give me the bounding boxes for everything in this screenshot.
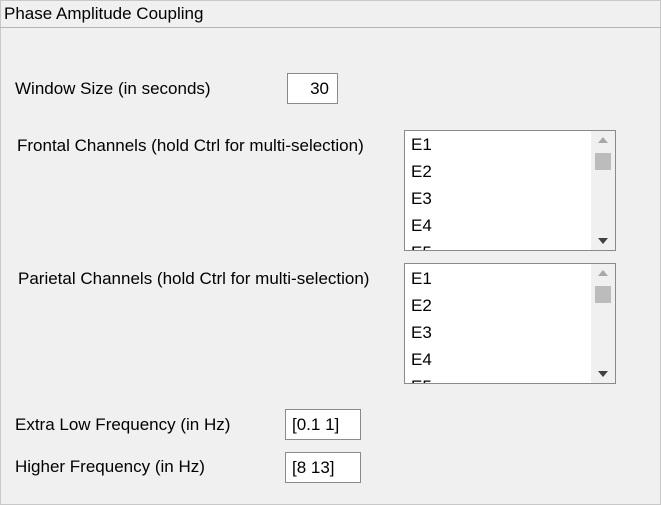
frontal-channels-listbox[interactable]: E1 E2 E3 E4 E5 xyxy=(404,130,616,251)
frontal-scroll-thumb[interactable] xyxy=(595,153,611,170)
parietal-channel-item[interactable]: E1 xyxy=(411,269,432,289)
triangle-up-icon[interactable] xyxy=(591,131,615,148)
panel-title: Phase Amplitude Coupling xyxy=(4,4,204,23)
frontal-channel-item[interactable]: E2 xyxy=(411,162,432,182)
parietal-channels-listbox[interactable]: E1 E2 E3 E4 E5 xyxy=(404,263,616,384)
frontal-channel-item[interactable]: E5 xyxy=(411,243,432,250)
triangle-down-icon[interactable] xyxy=(591,366,615,383)
higher-frequency-label: Higher Frequency (in Hz) xyxy=(15,457,205,476)
parietal-channels-label: Parietal Channels (hold Ctrl for multi-s… xyxy=(18,269,370,288)
frontal-channel-item[interactable]: E3 xyxy=(411,189,432,209)
parietal-channel-item[interactable]: E3 xyxy=(411,323,432,343)
frontal-channel-item[interactable]: E4 xyxy=(411,216,432,236)
parietal-scroll-thumb[interactable] xyxy=(595,286,611,303)
parietal-channel-item[interactable]: E4 xyxy=(411,350,432,370)
parietal-channels-items: E1 E2 E3 E4 E5 xyxy=(405,264,591,383)
parietal-channels-scrollbar[interactable] xyxy=(591,264,615,383)
window-size-label: Window Size (in seconds) xyxy=(15,79,211,98)
parietal-channel-item[interactable]: E2 xyxy=(411,296,432,316)
triangle-down-icon[interactable] xyxy=(591,233,615,250)
frontal-channels-scrollbar[interactable] xyxy=(591,131,615,250)
panel-title-bar: Phase Amplitude Coupling xyxy=(0,0,661,28)
triangle-up-icon[interactable] xyxy=(591,264,615,281)
higher-frequency-input[interactable]: [8 13] xyxy=(285,452,361,483)
extra-low-frequency-input[interactable]: [0.1 1] xyxy=(285,409,361,440)
extra-low-frequency-label: Extra Low Frequency (in Hz) xyxy=(15,415,231,434)
parietal-channel-item[interactable]: E5 xyxy=(411,377,432,383)
frontal-channels-label: Frontal Channels (hold Ctrl for multi-se… xyxy=(17,136,364,155)
frontal-channel-item[interactable]: E1 xyxy=(411,135,432,155)
frontal-channels-items: E1 E2 E3 E4 E5 xyxy=(405,131,591,250)
window-size-input[interactable]: 30 xyxy=(287,73,338,104)
